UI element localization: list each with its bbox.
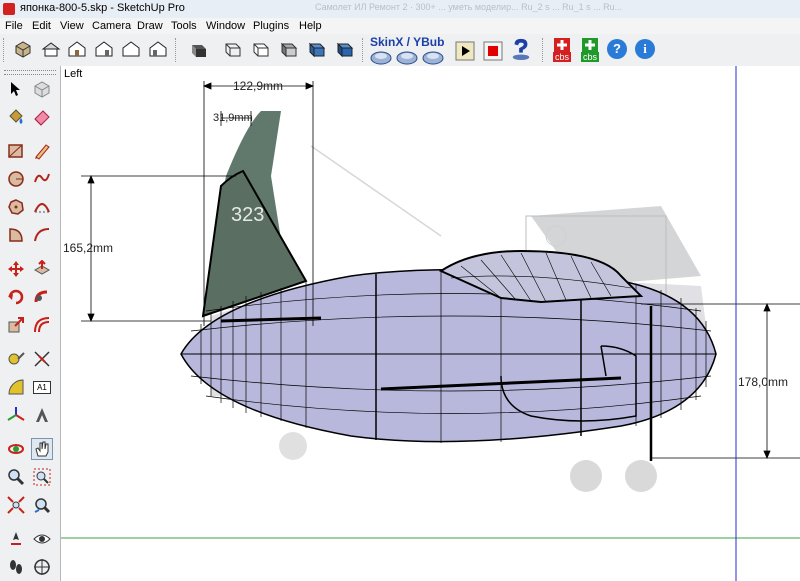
move-tool-icon[interactable] bbox=[5, 258, 27, 280]
menu-draw[interactable]: Draw bbox=[137, 20, 163, 32]
position-camera-icon[interactable] bbox=[5, 528, 27, 550]
menu-help[interactable]: Help bbox=[299, 20, 322, 32]
model-viewport[interactable]: Left 323 122,9mm 31,9mm 165,2mm 178,0mm bbox=[61, 66, 800, 581]
info-icon[interactable]: i bbox=[634, 38, 656, 60]
pie-tool-icon[interactable] bbox=[5, 224, 27, 246]
eraser-icon[interactable] bbox=[31, 106, 53, 128]
cbs-add-red-button[interactable]: cbs bbox=[550, 37, 574, 63]
model-canvas: 323 122,9mm 31,9mm 165,2mm 178,0mm bbox=[61, 66, 800, 581]
textured-style-icon[interactable] bbox=[306, 38, 328, 60]
menu-bar: File Edit View Camera Draw Tools Window … bbox=[0, 18, 800, 34]
sketchup-app-icon bbox=[3, 3, 15, 15]
cbs-red-label: cbs bbox=[552, 52, 571, 62]
section-plane-icon[interactable] bbox=[31, 556, 53, 578]
cbs-green-label: cbs bbox=[580, 52, 599, 62]
push-pull-icon[interactable] bbox=[31, 258, 53, 280]
tool-palette: A1 bbox=[0, 66, 61, 581]
rectangle-tool-icon[interactable] bbox=[5, 140, 27, 162]
zoom-window-icon[interactable] bbox=[31, 466, 53, 488]
dimension-tool-icon[interactable] bbox=[31, 348, 53, 370]
question-mark-icon[interactable] bbox=[510, 38, 532, 60]
left-view-icon[interactable] bbox=[147, 38, 169, 60]
front-view-icon[interactable] bbox=[66, 38, 88, 60]
shaded-style-icon[interactable] bbox=[278, 38, 300, 60]
top-view-icon[interactable] bbox=[40, 38, 62, 60]
wireframe-style-icon[interactable] bbox=[222, 38, 244, 60]
skinx-tool-1-icon[interactable] bbox=[370, 46, 392, 68]
menu-window[interactable]: Window bbox=[206, 20, 245, 32]
select-arrow-icon[interactable] bbox=[5, 78, 27, 100]
follow-me-icon[interactable] bbox=[31, 286, 53, 308]
menu-camera[interactable]: Camera bbox=[92, 20, 131, 32]
main-toolbar: SkinX / YBub cbs cbs ? i bbox=[0, 34, 800, 67]
orbit-tool-icon[interactable] bbox=[5, 438, 27, 460]
xray-style-icon[interactable] bbox=[188, 38, 210, 60]
dimension-small-label: 31,9mm bbox=[213, 112, 253, 124]
polygon-tool-icon[interactable] bbox=[5, 196, 27, 218]
play-icon[interactable] bbox=[454, 40, 476, 62]
rotate-tool-icon[interactable] bbox=[5, 286, 27, 308]
3d-text-icon[interactable] bbox=[31, 404, 53, 426]
menu-edit[interactable]: Edit bbox=[32, 20, 51, 32]
menu-tools[interactable]: Tools bbox=[171, 20, 197, 32]
three-point-arc-icon[interactable] bbox=[31, 224, 53, 246]
previous-view-icon[interactable] bbox=[31, 494, 53, 516]
scale-tool-icon[interactable] bbox=[5, 314, 27, 336]
tape-measure-icon[interactable] bbox=[5, 348, 27, 370]
window-title: японка-800-5.skp - SketchUp Pro bbox=[20, 2, 185, 14]
zoom-tool-icon[interactable] bbox=[5, 466, 27, 488]
dimension-width-label: 122,9mm bbox=[233, 79, 283, 93]
make-component-icon[interactable] bbox=[31, 78, 53, 100]
monochrome-style-icon[interactable] bbox=[334, 38, 356, 60]
text-tool-icon[interactable]: A1 bbox=[31, 376, 53, 398]
toolbar-separator bbox=[362, 38, 365, 62]
offset-tool-icon[interactable] bbox=[31, 314, 53, 336]
menu-view[interactable]: View bbox=[60, 20, 84, 32]
dimension-right-label: 178,0mm bbox=[738, 375, 788, 389]
arc-tool-icon[interactable] bbox=[31, 196, 53, 218]
palette-grip bbox=[4, 70, 56, 75]
menu-file[interactable]: File bbox=[5, 20, 23, 32]
iso-view-icon[interactable] bbox=[12, 38, 34, 60]
hidden-line-style-icon[interactable] bbox=[250, 38, 272, 60]
tail-number: 323 bbox=[231, 204, 264, 226]
title-bar: японка-800-5.skp - SketchUp Pro Самолет … bbox=[0, 0, 800, 19]
toolbar-grip bbox=[3, 38, 6, 62]
toolbar-separator bbox=[175, 38, 178, 62]
protractor-icon[interactable] bbox=[5, 376, 27, 398]
right-view-icon[interactable] bbox=[93, 38, 115, 60]
zoom-extents-icon[interactable] bbox=[5, 494, 27, 516]
paint-bucket-icon[interactable] bbox=[5, 106, 27, 128]
look-around-icon[interactable] bbox=[31, 528, 53, 550]
line-pencil-icon[interactable] bbox=[31, 140, 53, 162]
back-view-icon[interactable] bbox=[120, 38, 142, 60]
menu-plugins[interactable]: Plugins bbox=[253, 20, 289, 32]
background-tabs: Самолет ИЛ Ремонт 2 · 300+ ... уметь мод… bbox=[315, 2, 623, 12]
help-icon[interactable]: ? bbox=[606, 38, 628, 60]
skinx-tool-3-icon[interactable] bbox=[422, 46, 444, 68]
toolbar-separator bbox=[542, 38, 545, 62]
stop-icon[interactable] bbox=[482, 40, 504, 62]
skinx-tool-2-icon[interactable] bbox=[396, 46, 418, 68]
axes-tool-icon[interactable] bbox=[5, 404, 27, 426]
dimension-height-label: 165,2mm bbox=[63, 241, 113, 255]
circle-tool-icon[interactable] bbox=[5, 168, 27, 190]
freehand-tool-icon[interactable] bbox=[31, 168, 53, 190]
pan-hand-icon[interactable] bbox=[31, 438, 53, 460]
walk-tool-icon[interactable] bbox=[5, 556, 27, 578]
cbs-add-green-button[interactable]: cbs bbox=[578, 37, 602, 63]
